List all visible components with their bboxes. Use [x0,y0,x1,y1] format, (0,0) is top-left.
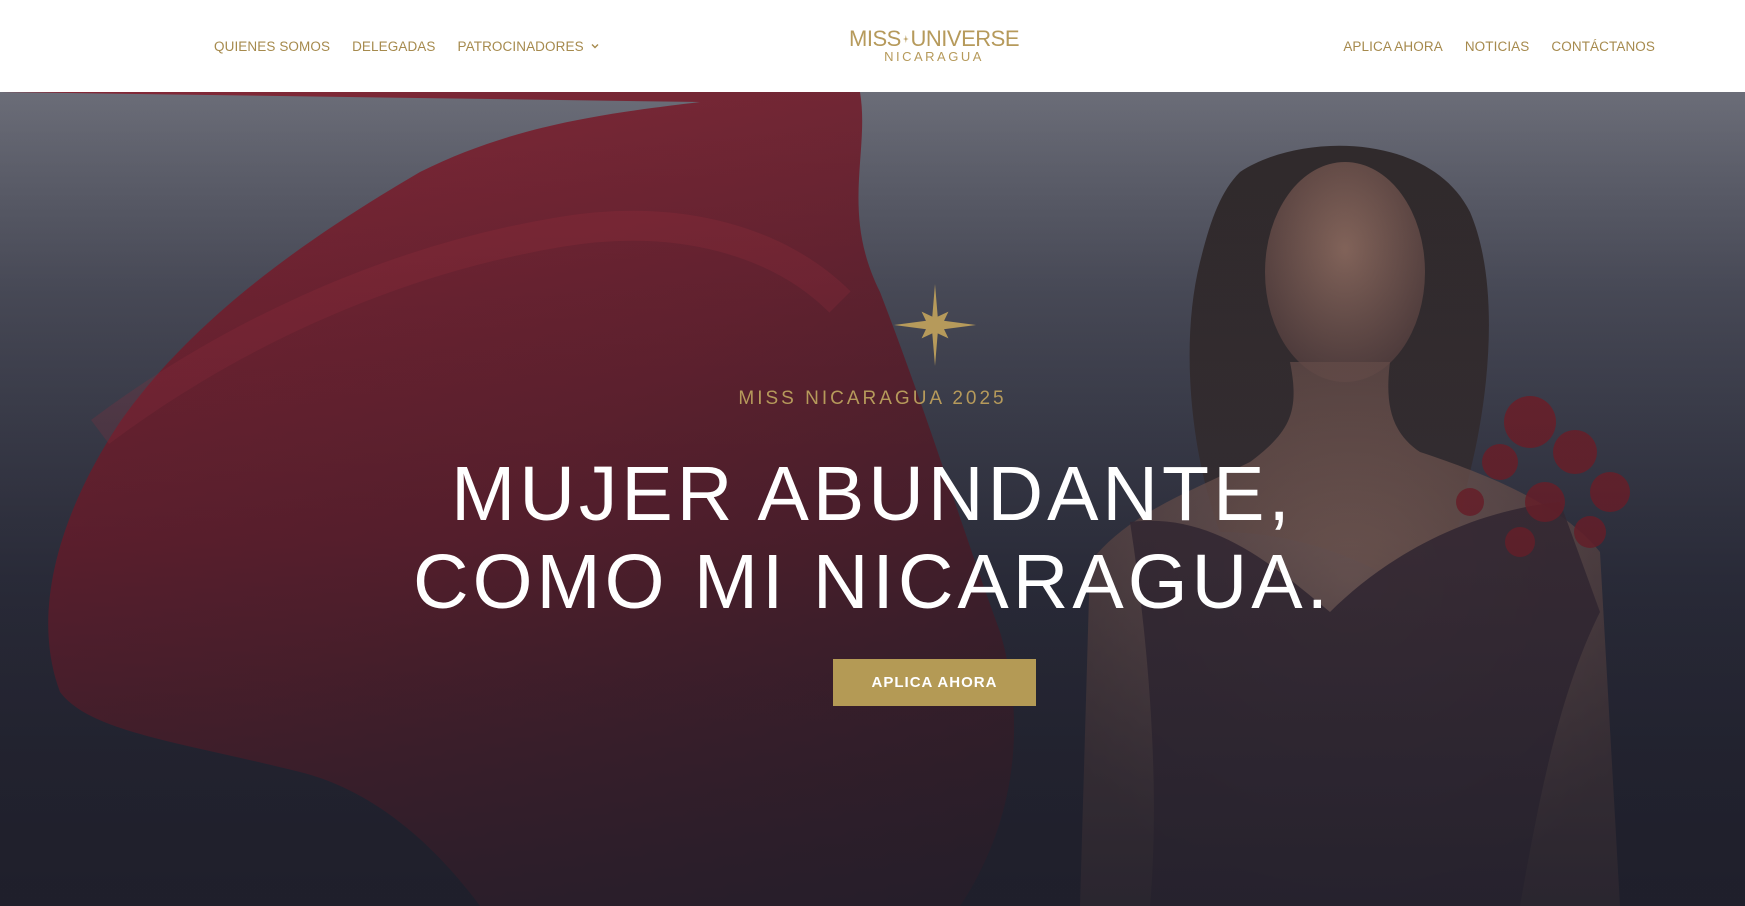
hero-title-line-2: COMO MI NICARAGUA. [412,539,1333,625]
star-icon [894,284,976,366]
primary-nav-left: QUIENES SOMOS DELEGADAS PATROCINADORES [214,0,622,92]
chevron-down-icon [591,44,599,49]
nav-delegadas[interactable]: DELEGADAS [352,39,435,54]
nav-quienes-somos[interactable]: QUIENES SOMOS [214,39,330,54]
primary-nav-right: APLICA AHORA NOTICIAS CONTÁCTANOS [1321,0,1655,92]
hero-eyebrow: MISS NICARAGUA 2025 [738,388,1007,409]
logo-wordmark: MISS UNIVERSE [849,26,1020,51]
site-header: QUIENES SOMOS DELEGADAS PATROCINADORES M… [0,0,1745,92]
hero-title-line-1: MUJER ABUNDANTE, [451,451,1294,537]
nav-aplica-ahora[interactable]: APLICA AHORA [1343,39,1443,54]
logo-subtitle: NICARAGUA [884,49,984,64]
site-logo[interactable]: MISS UNIVERSE NICARAGUA [849,26,1020,64]
logo-universe: UNIVERSE [910,26,1020,51]
hero-content: MISS NICARAGUA 2025 MUJER ABUNDANTE, COM… [0,92,1745,906]
star-icon [902,34,909,44]
hero-section: MISS NICARAGUA 2025 MUJER ABUNDANTE, COM… [0,92,1745,906]
logo-miss: MISS [849,26,901,51]
aplica-ahora-button[interactable]: APLICA AHORA [833,659,1036,706]
nav-patrocinadores[interactable]: PATROCINADORES [458,39,600,54]
hero-title: MUJER ABUNDANTE, COMO MI NICARAGUA. [0,450,1745,626]
nav-noticias[interactable]: NOTICIAS [1465,39,1530,54]
nav-patrocinadores-label: PATROCINADORES [457,38,584,54]
nav-contactanos[interactable]: CONTÁCTANOS [1551,39,1655,54]
